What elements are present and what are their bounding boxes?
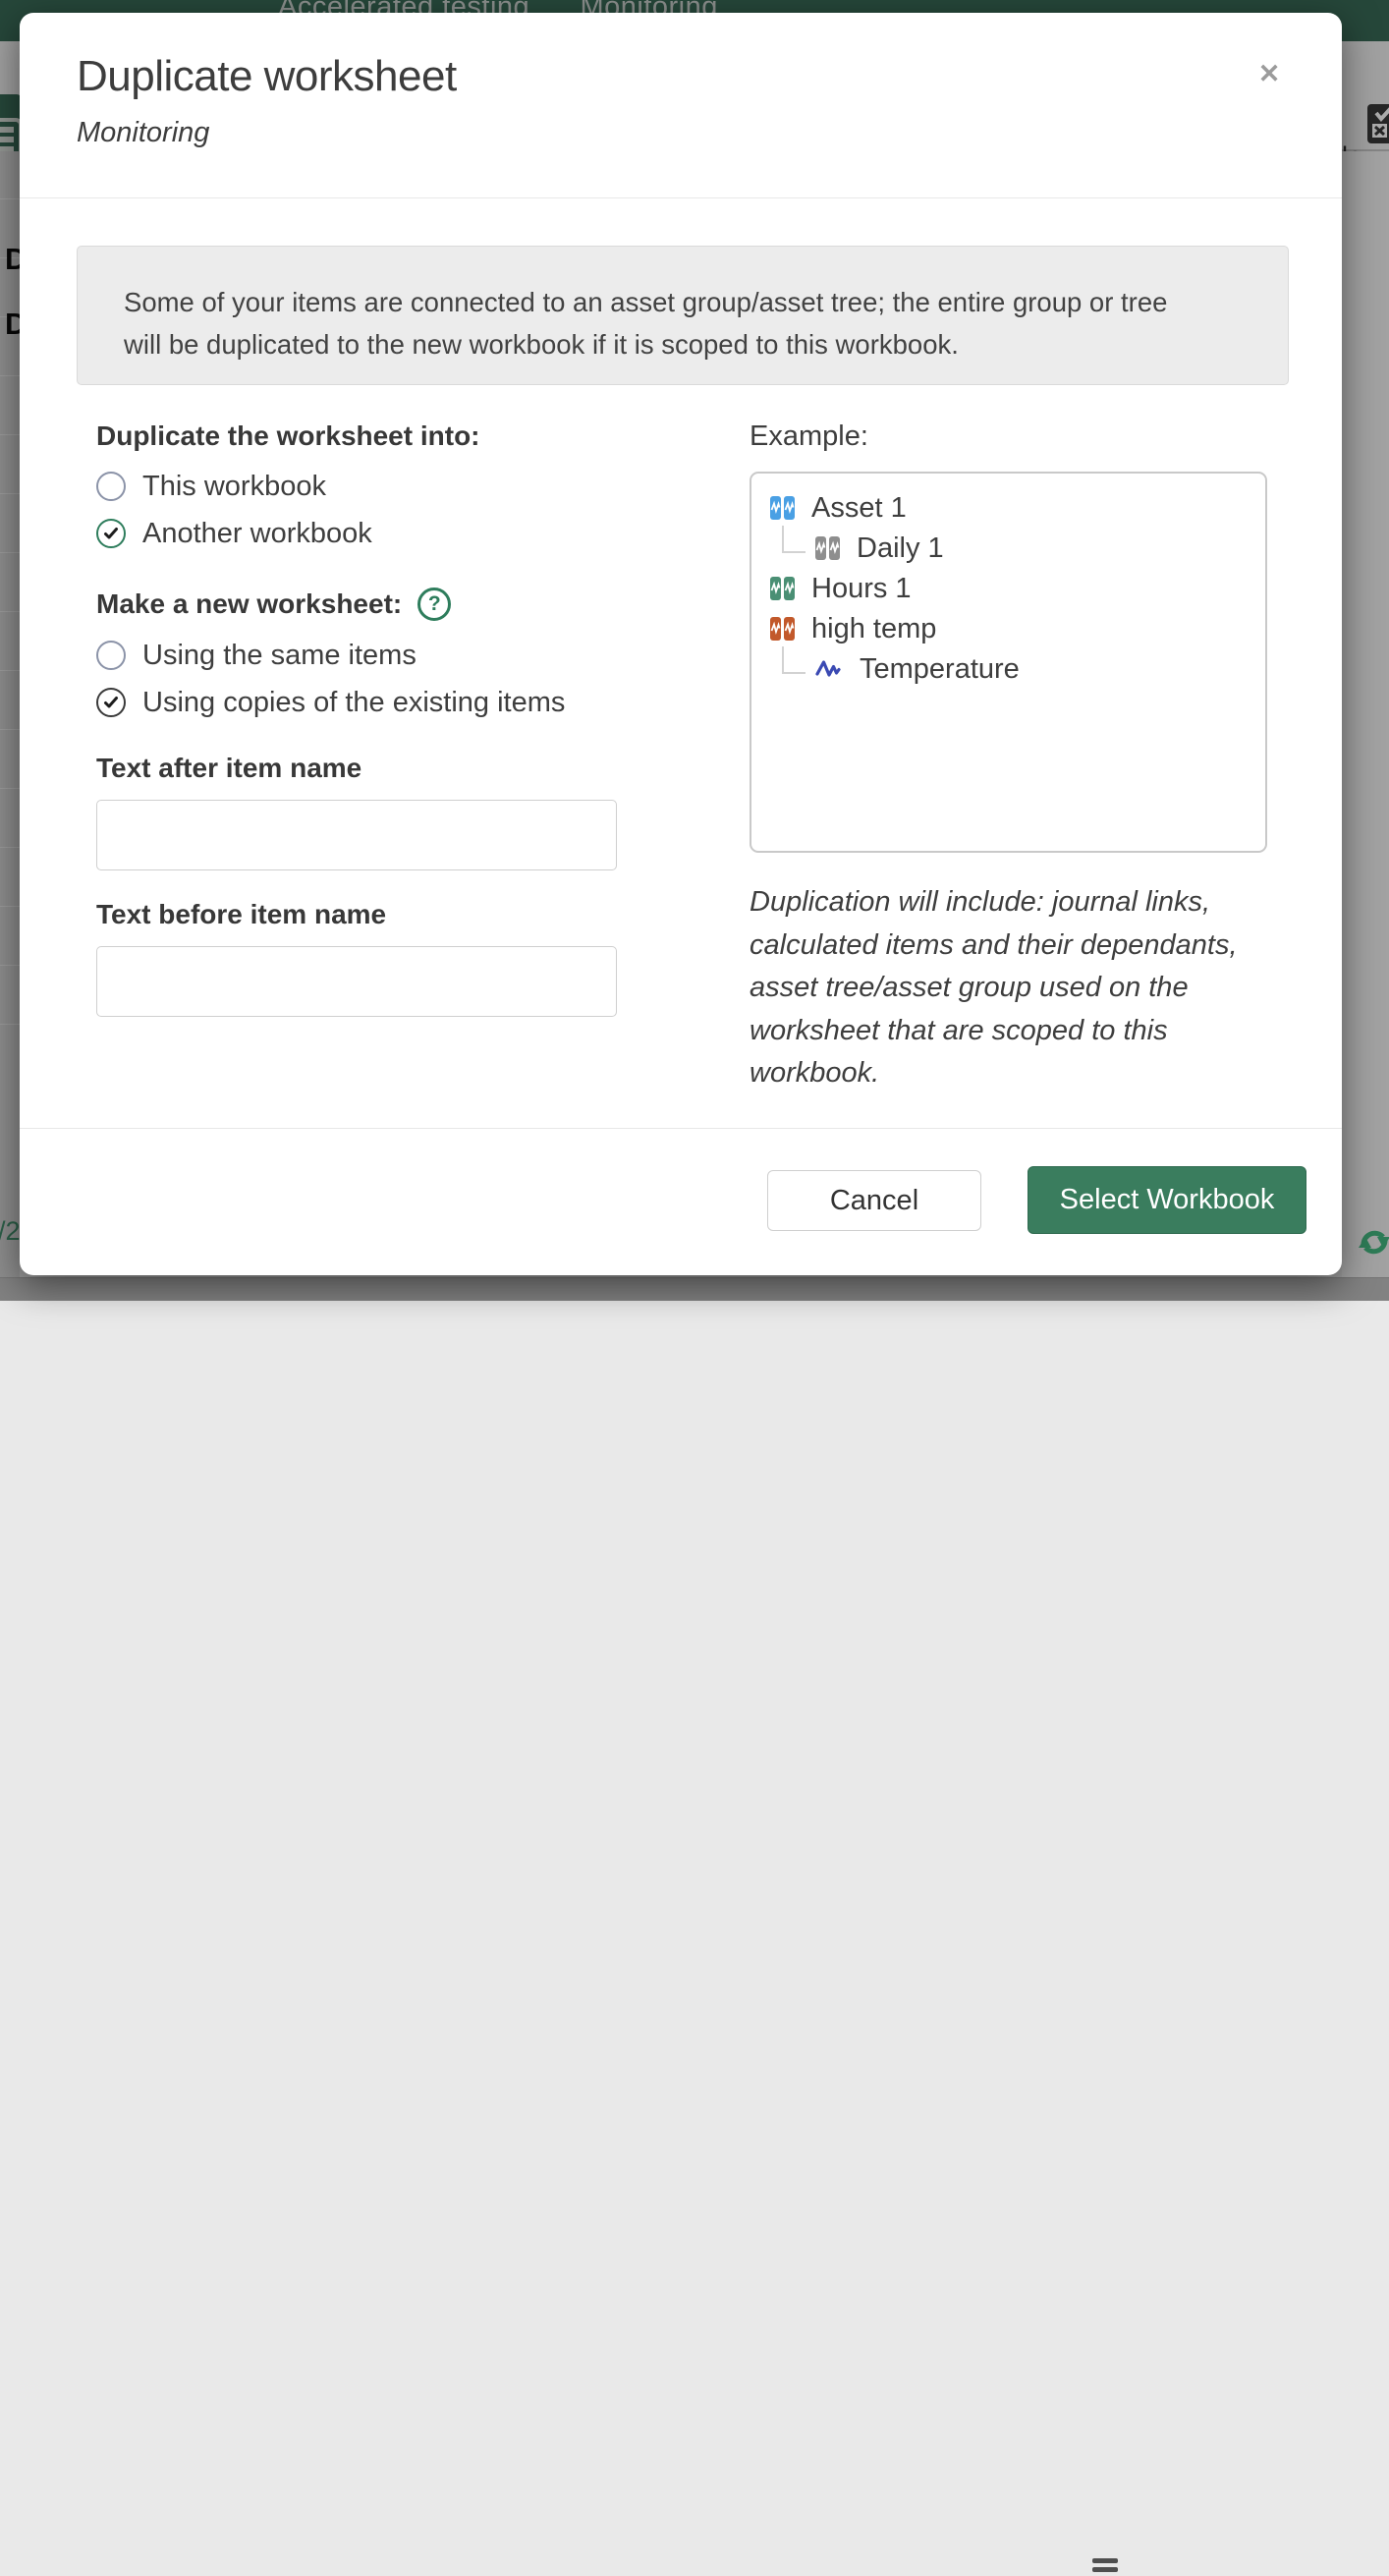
tree-item-hightemp: high temp — [770, 609, 1265, 649]
radio-same-items[interactable]: Using the same items — [96, 632, 627, 679]
duplicate-into-heading: Duplicate the worksheet into: — [96, 420, 627, 453]
tree-item-label: Temperature — [860, 653, 1020, 686]
close-icon[interactable]: ✕ — [1248, 52, 1291, 95]
text-before-label: Text before item name — [96, 898, 627, 931]
tree-connector — [782, 646, 806, 674]
text-before-input[interactable] — [96, 946, 617, 1017]
tree-item-hours: Hours 1 — [770, 569, 1265, 609]
radio-this-workbook[interactable]: This workbook — [96, 463, 627, 510]
tree-item-daily: Daily 1 — [770, 529, 1265, 569]
radio-copies-of-items[interactable]: Using copies of the existing items — [96, 679, 627, 726]
radio-circle[interactable] — [96, 641, 126, 670]
check-icon — [102, 694, 120, 711]
radio-circle-selected[interactable] — [96, 519, 126, 548]
duplicate-worksheet-dialog: Duplicate worksheet Monitoring ✕ Some of… — [20, 13, 1342, 1275]
notice-banner: Some of your items are connected to an a… — [77, 246, 1289, 385]
tree-item-label: high temp — [811, 613, 936, 645]
example-tree: Asset 1 Daily 1 — [750, 472, 1267, 853]
text-after-label: Text after item name — [96, 752, 627, 785]
radio-label: Another workbook — [142, 518, 372, 550]
duplicate-into-options: This workbook Another workbook — [96, 463, 627, 557]
radio-label: Using the same items — [142, 640, 417, 672]
tree-item-label: Hours 1 — [811, 573, 912, 605]
condition-icon — [815, 536, 842, 561]
text-after-input[interactable] — [96, 800, 617, 870]
dialog-footer: Cancel Select Workbook — [20, 1128, 1342, 1275]
options-column: Duplicate the worksheet into: This workb… — [96, 420, 627, 1017]
duplication-note: Duplication will include: journal links,… — [750, 881, 1246, 1095]
condition-icon — [770, 496, 797, 521]
radio-another-workbook[interactable]: Another workbook — [96, 510, 627, 557]
resize-handle-icon[interactable] — [1092, 2558, 1118, 2576]
condition-icon — [770, 617, 797, 642]
radio-label: Using copies of the existing items — [142, 687, 565, 719]
tree-item-label: Asset 1 — [811, 492, 907, 525]
select-workbook-button[interactable]: Select Workbook — [1028, 1166, 1306, 1234]
radio-label: This workbook — [142, 471, 326, 503]
signal-icon — [815, 657, 845, 682]
help-icon[interactable]: ? — [417, 588, 451, 621]
cancel-button[interactable]: Cancel — [767, 1170, 981, 1231]
dialog-title: Duplicate worksheet — [77, 52, 1285, 101]
tree-item-label: Daily 1 — [857, 532, 944, 565]
make-new-options: Using the same items Using copies of the… — [96, 632, 627, 726]
dialog-subtitle: Monitoring — [77, 117, 1285, 149]
dialog-header: Duplicate worksheet Monitoring ✕ — [20, 13, 1342, 198]
radio-circle[interactable] — [96, 472, 126, 501]
condition-icon — [770, 577, 797, 601]
radio-circle-selected[interactable] — [96, 688, 126, 717]
make-new-heading-row: Make a new worksheet: ? — [96, 587, 627, 622]
example-column: Example: Asset 1 — [750, 420, 1270, 1095]
make-new-heading: Make a new worksheet: — [96, 587, 402, 622]
example-heading: Example: — [750, 420, 1270, 453]
notice-text: Some of your items are connected to an a… — [124, 281, 1209, 365]
tree-item-temperature: Temperature — [770, 649, 1265, 690]
check-icon — [102, 525, 120, 542]
tree-connector — [782, 526, 806, 553]
tree-item-asset: Asset 1 — [770, 488, 1265, 529]
